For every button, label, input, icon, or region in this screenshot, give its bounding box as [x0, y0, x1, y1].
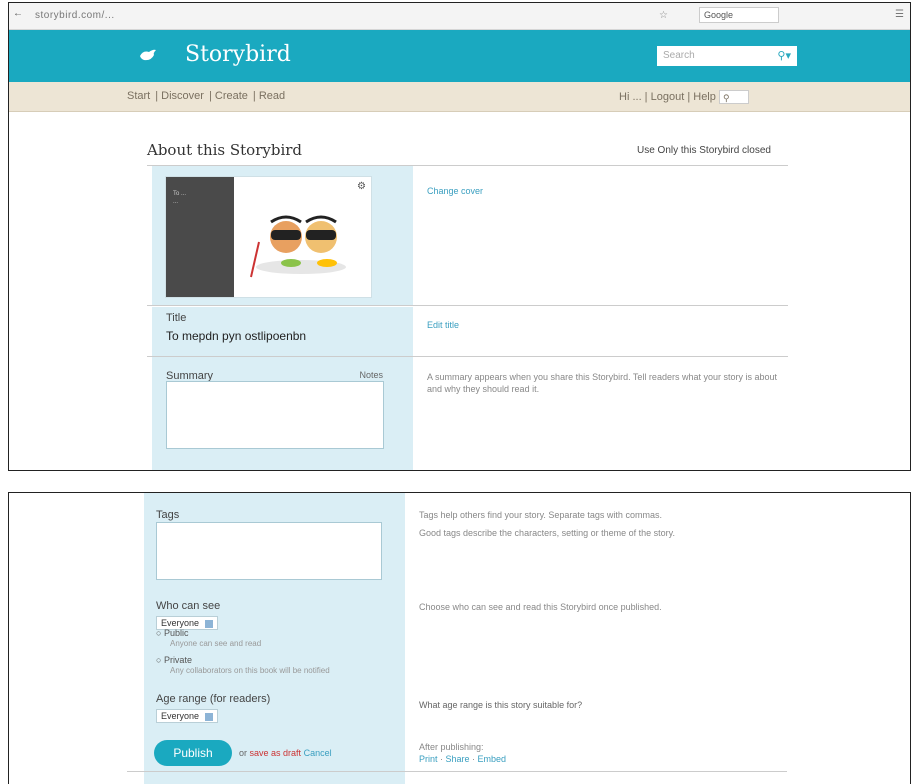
browser-search-input[interactable]: Google [699, 7, 779, 23]
privacy-option-private[interactable]: ○ Private [156, 655, 192, 665]
cover-illustration [250, 215, 346, 278]
summary-textarea[interactable] [166, 381, 384, 449]
screenshot-top: ← storybird.com/... ☆ Google ☰ Storybird… [8, 2, 911, 471]
cover-spine: To ... ... [166, 177, 234, 297]
cancel-link[interactable]: Cancel [304, 748, 332, 758]
title-label: Title [166, 312, 187, 324]
tags-textarea[interactable] [156, 522, 382, 580]
site-search-input[interactable]: Search ⚲▾ [657, 46, 797, 66]
print-link[interactable]: Print [419, 754, 438, 764]
privacy-help: Choose who can see and read this Storybi… [419, 602, 662, 612]
after-publish: After publishing: Print · Share · Embed [419, 742, 507, 764]
dropdown-arrow-icon [205, 712, 214, 721]
privacy-option-public-sub: Anyone can see and read [170, 639, 262, 648]
nav-help[interactable]: Help [693, 91, 716, 103]
browser-toolbar: ← storybird.com/... ☆ Google ☰ [9, 3, 910, 30]
nav-search-input[interactable]: ⚲ [718, 90, 749, 104]
nav-read[interactable]: Read [259, 90, 285, 102]
address-bar[interactable]: storybird.com/... [35, 10, 115, 21]
age-select[interactable]: Everyone [156, 709, 219, 723]
bookmark-star-icon[interactable]: ☆ [659, 10, 668, 21]
nav-create[interactable]: Create [215, 90, 248, 102]
bird-logo-icon[interactable] [139, 48, 157, 62]
main-nav: Start | Discover | Create | Read Hi ... | L… [9, 82, 910, 112]
share-link[interactable]: Share [446, 754, 470, 764]
title-value: To mepdn pyn ostlipoenbn [166, 329, 307, 343]
summary-help: A summary appears when you share this St… [427, 372, 777, 394]
gear-icon[interactable]: ⚙ [357, 181, 366, 192]
dropdown-arrow-icon [205, 619, 214, 628]
privacy-label: Who can see [156, 600, 221, 612]
summary-note: Notes [359, 370, 383, 380]
nav-discover[interactable]: Discover [161, 90, 204, 102]
screenshot-bottom: Tags Who can see Everyone ○ Public Anyon… [8, 492, 911, 784]
settings-panel-continued: Tags Who can see Everyone ○ Public Anyon… [144, 493, 405, 784]
panel-divider [152, 306, 413, 307]
book-cover[interactable]: To ... ... ⚙ [165, 176, 372, 298]
site-header: Storybird Search ⚲▾ [9, 30, 910, 82]
nav-hi: Hi [619, 90, 630, 103]
nav-start[interactable]: Start [127, 90, 150, 102]
divider [127, 771, 787, 772]
page-title: About this Storybird [147, 141, 303, 159]
publish-button[interactable]: Publish [154, 740, 232, 766]
back-arrow-icon[interactable]: ← [13, 8, 23, 19]
view-info[interactable]: Use Only this Storybird closed [637, 145, 771, 156]
divider [147, 356, 788, 357]
embed-link[interactable]: Embed [478, 754, 507, 764]
age-help: What age range is this story suitable fo… [419, 700, 583, 710]
privacy-option-private-sub: Any collaborators on this book will be n… [170, 666, 330, 675]
site-logo[interactable]: Storybird [185, 42, 291, 67]
change-cover-link[interactable]: Change cover [427, 186, 483, 196]
divider [147, 305, 788, 306]
nav-user[interactable]: ... [632, 91, 641, 103]
nav-logout[interactable]: Logout [651, 91, 685, 103]
tags-help: Tags help others find your story. Separa… [419, 510, 675, 538]
privacy-option-public[interactable]: ○ Public [156, 628, 188, 638]
search-icon[interactable]: ⚲▾ [777, 49, 791, 62]
age-label: Age range (for readers) [156, 693, 271, 705]
tags-label: Tags [156, 509, 180, 521]
menu-icon[interactable]: ☰ [895, 9, 904, 20]
settings-panel: To ... ... ⚙ Title To mepdn pyn ostlipoe… [152, 166, 413, 470]
edit-title-link[interactable]: Edit title [427, 320, 459, 330]
save-draft-link[interactable]: save as draft [250, 748, 302, 758]
